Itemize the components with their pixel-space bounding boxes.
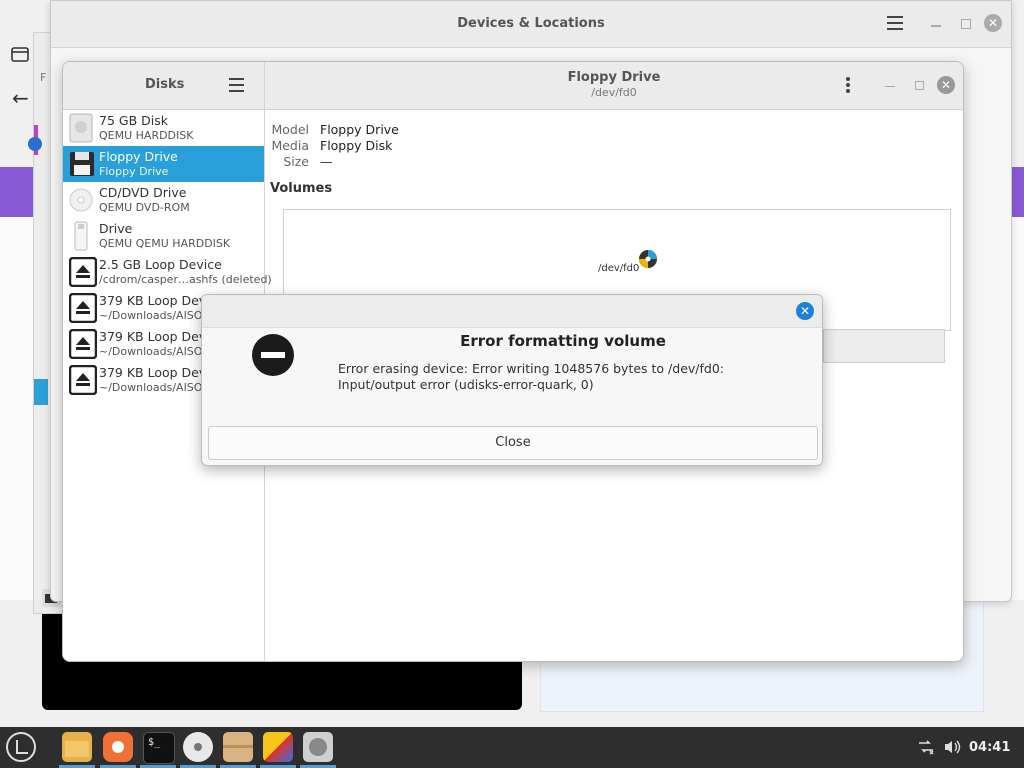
mint-menu-icon[interactable] (6, 732, 36, 762)
model-label: Model (271, 122, 309, 137)
dialog-message: Error erasing device: Error writing 1048… (338, 361, 724, 392)
close-button[interactable]: Close (208, 426, 818, 460)
close-icon[interactable]: ✕ (984, 14, 1002, 32)
media-value: Floppy Disk (320, 138, 393, 153)
drive-name: 2.5 GB Loop Device (99, 257, 222, 272)
maximize-icon[interactable] (961, 19, 971, 29)
drive-options-icon[interactable] (845, 76, 851, 98)
disks-close-icon[interactable]: ✕ (937, 76, 955, 94)
files-window-letter: F (40, 71, 47, 84)
drive-item-75gb[interactable]: 75 GB Disk QEMU HARDDISK (63, 110, 264, 146)
files-app-icon[interactable] (62, 732, 92, 762)
drive-item-loop-2-5gb[interactable]: 2.5 GB Loop Device /cdrom/casper…ashfs (… (63, 254, 272, 290)
disc-app-icon[interactable] (183, 732, 213, 762)
dialog-title: Error formatting volume (460, 332, 666, 350)
disks-menu-icon[interactable] (229, 78, 245, 96)
taskbar: $_ 04:41 (0, 727, 1024, 768)
office-app-icon[interactable] (263, 732, 293, 762)
eject-icon (68, 364, 98, 396)
devices-window-titlebar: Devices & Locations ✕ (51, 1, 1011, 48)
disks-sidebar-header: Disks (63, 62, 265, 110)
error-icon (252, 334, 294, 376)
dialog-close-icon[interactable]: ✕ (796, 302, 814, 320)
floppy-icon (69, 149, 94, 179)
model-value: Floppy Drive (320, 122, 399, 137)
disks-minimize-icon[interactable] (885, 86, 895, 87)
drive-sub: Floppy Drive (99, 165, 169, 178)
dialog-titlebar (202, 295, 822, 328)
size-label: Size (283, 154, 309, 169)
drive-name: 379 KB Loop Dev (99, 293, 207, 308)
disks-drive-header: Floppy Drive /dev/fd0 ✕ (265, 62, 963, 110)
terminal-icon[interactable]: $_ (143, 732, 175, 764)
hamburger-menu-icon[interactable] (887, 15, 905, 35)
drive-title: Floppy Drive (567, 70, 661, 85)
network-icon[interactable] (917, 739, 935, 759)
drive-item-drive[interactable]: Drive QEMU QEMU HARDDISK (63, 218, 264, 254)
volume-toolbar (823, 329, 945, 363)
drive-path: /dev/fd0 (591, 86, 637, 99)
drive-sub: /cdrom/casper…ashfs (deleted) (99, 273, 272, 286)
archive-icon (10, 44, 30, 64)
usb-drive-icon (69, 221, 93, 251)
devices-window-title: Devices & Locations (457, 16, 605, 31)
minimize-icon[interactable] (931, 25, 941, 27)
drive-sub: ~/Downloads/AISO.is (99, 381, 215, 394)
eject-icon (68, 292, 98, 324)
back-arrow-icon[interactable]: ← (12, 86, 29, 110)
drive-name: Floppy Drive (99, 149, 178, 164)
drive-name: 379 KB Loop Dev (99, 365, 207, 380)
clock[interactable]: 04:41 (969, 740, 1010, 755)
disks-title: Disks (145, 77, 185, 92)
archive-app-icon[interactable] (223, 732, 253, 762)
drive-item-cdrom[interactable]: CD/DVD Drive QEMU DVD-ROM (63, 182, 264, 218)
drive-sub: ~/Downloads/AISO.is (99, 345, 215, 358)
disks-app-icon[interactable] (303, 732, 333, 762)
harddisk-icon (69, 113, 93, 143)
eject-icon (68, 328, 98, 360)
drive-sub: QEMU DVD-ROM (99, 201, 190, 214)
volume-icon[interactable] (943, 739, 961, 759)
eject-icon (68, 256, 98, 288)
selection-marker (34, 379, 48, 405)
volumes-heading: Volumes (270, 181, 333, 196)
optical-disc-icon (69, 185, 93, 215)
disks-maximize-icon[interactable] (915, 81, 924, 90)
drive-name: Drive (99, 221, 133, 236)
volume-device-label: /dev/fd0 (598, 263, 640, 274)
volume-disc-icon (638, 249, 658, 273)
drive-name: CD/DVD Drive (99, 185, 187, 200)
drive-sub: QEMU HARDDISK (99, 129, 194, 142)
info-badge-icon (28, 137, 42, 151)
drive-sub: ~/Downloads/AISO.is (99, 309, 215, 322)
size-value: — (320, 154, 333, 169)
media-label: Media (271, 138, 309, 153)
drive-name: 379 KB Loop Dev (99, 329, 207, 344)
drive-name: 75 GB Disk (99, 113, 168, 128)
drive-item-floppy[interactable]: Floppy Drive Floppy Drive (63, 146, 264, 182)
error-dialog: ✕ Error formatting volume Error erasing … (201, 294, 823, 466)
drive-sub: QEMU QEMU HARDDISK (99, 237, 231, 250)
firefox-icon[interactable] (103, 732, 133, 762)
